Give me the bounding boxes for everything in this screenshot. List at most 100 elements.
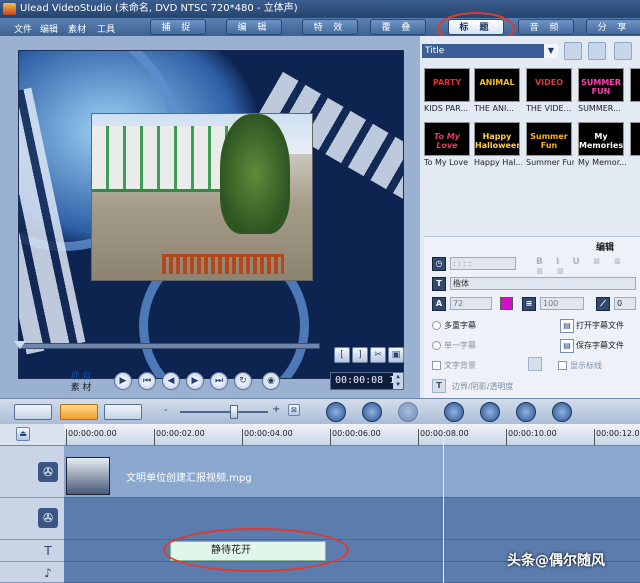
record-capture-icon[interactable] (444, 402, 464, 422)
zoom-in-icon[interactable]: + (272, 404, 280, 415)
ruler-tick: 00:00:04.00 (242, 429, 293, 445)
mix-audio-icon[interactable] (480, 402, 500, 422)
open-subtitle-button[interactable]: 打开字幕文件 (576, 320, 624, 331)
title-thumbnail[interactable]: Happy Halloween (474, 122, 520, 156)
voice-track-header[interactable]: ♪ (0, 562, 64, 583)
step-edit[interactable]: 编 辑 (226, 19, 282, 35)
menu-clip[interactable]: 素材 (68, 22, 86, 35)
font-select[interactable]: 楷体 (450, 277, 636, 290)
video-track-header[interactable]: ✇ (0, 446, 64, 498)
zoom-slider-knob[interactable] (230, 405, 238, 419)
zoom-out-icon[interactable]: - (164, 405, 168, 416)
font-size-select[interactable]: 72 (450, 297, 492, 310)
multi-title-radio[interactable] (432, 321, 441, 330)
project-mode[interactable]: 项 目 (66, 372, 96, 383)
track-manager-icon[interactable] (516, 402, 536, 422)
save-subtitle-icon: ▤ (560, 339, 574, 353)
font-size-icon: A (432, 297, 446, 311)
repeat-icon[interactable]: ↻ (234, 372, 252, 390)
next-frame-icon[interactable]: ▶ (186, 372, 204, 390)
eject-icon[interactable]: ⏏ (16, 427, 30, 441)
border-shadow-button[interactable]: 边界/阴影/透明度 (452, 381, 513, 392)
audio-view-button[interactable] (104, 404, 142, 420)
preview-scrubber[interactable] (18, 343, 320, 349)
step-title[interactable]: 标 题 (448, 19, 504, 35)
library-category-select[interactable]: Title ▼ (422, 44, 558, 58)
previous-frame-icon[interactable]: ◀ (162, 372, 180, 390)
mark-in-button[interactable]: [ (334, 347, 350, 363)
safe-area-checkbox[interactable] (558, 361, 567, 370)
title-thumbnail-partial[interactable] (630, 68, 640, 102)
insert-media-icon[interactable] (326, 402, 346, 422)
window-title: Ulead VideoStudio (未命名, DVD NTSC 720*480… (20, 3, 298, 14)
timecode-display[interactable]: 00:00:08 18 ▲ ▼ (330, 372, 404, 390)
title-thumbnail[interactable]: Summer Fun (526, 122, 572, 156)
rotation-field[interactable]: 0 (614, 297, 636, 310)
library-view-icon[interactable] (614, 42, 632, 60)
home-icon[interactable]: ⏮ (138, 372, 156, 390)
menu-file[interactable]: 文件 (14, 22, 32, 35)
import-icon[interactable] (588, 42, 606, 60)
enlarge-preview-button[interactable]: ▣ (388, 347, 404, 363)
border-shadow-icon[interactable]: T (432, 379, 446, 393)
menu-tools[interactable]: 工具 (97, 22, 115, 35)
end-icon[interactable]: ⏭ (210, 372, 228, 390)
time-ruler[interactable]: 00:00:00.00 00:00:02.00 00:00:04.00 00:0… (64, 424, 640, 446)
title-thumbnail[interactable]: My Memories (578, 122, 624, 156)
video-clip-name[interactable]: 文明单位创建汇报视频.mpg (126, 469, 252, 484)
line-spacing-select[interactable]: 100 (540, 297, 584, 310)
overlay-track[interactable] (64, 498, 640, 540)
line-spacing-icon: ≡ (522, 297, 536, 311)
split-clip-button[interactable]: ✂ (370, 347, 386, 363)
menu-bar: 文件 编辑 素材 工具 捕 捉 编 辑 特 效 覆 叠 标 题 音 频 分 享 (0, 18, 640, 36)
fit-project-icon[interactable]: ⊠ (288, 404, 300, 416)
play-icon[interactable]: ▶ (114, 372, 132, 390)
title-thumbnail[interactable]: To My Love (424, 122, 470, 156)
undo-icon[interactable] (362, 402, 382, 422)
title-clip[interactable]: 静待花开 (170, 541, 326, 561)
zoom-slider[interactable] (180, 411, 268, 413)
save-subtitle-button[interactable]: 保存字幕文件 (576, 340, 624, 351)
chapter-point-icon[interactable] (552, 402, 572, 422)
chevron-down-icon[interactable]: ▼ (544, 44, 558, 58)
folder-icon[interactable] (564, 42, 582, 60)
step-effect[interactable]: 特 效 (302, 19, 358, 35)
redo-icon[interactable] (398, 402, 418, 422)
playhead-marker[interactable] (14, 341, 26, 349)
text-color-swatch[interactable] (500, 297, 513, 310)
ruler-tick: 00:00:06.00 (330, 429, 381, 445)
title-thumbnail[interactable]: SUMMER FUN (578, 68, 624, 102)
single-title-radio[interactable] (432, 341, 441, 350)
timeline-cursor[interactable] (443, 424, 444, 583)
project-clip-toggle[interactable]: 项 目 素 材 (66, 372, 96, 394)
text-color-fill (501, 298, 512, 309)
title-thumbnail-label: Summer Fun (526, 158, 574, 167)
title-thumbnail[interactable]: PARTY (424, 68, 470, 102)
text-background-checkbox[interactable] (432, 361, 441, 370)
mark-out-button[interactable]: ] (352, 347, 368, 363)
title-track-header[interactable]: T (0, 540, 64, 562)
clip-mode[interactable]: 素 材 (66, 383, 96, 394)
overlay-track-header[interactable]: ✇ (0, 498, 64, 540)
volume-icon[interactable]: ◉ (262, 372, 280, 390)
background-settings-icon[interactable] (528, 357, 542, 371)
step-overlay[interactable]: 覆 叠 (370, 19, 426, 35)
storyboard-view-button[interactable] (14, 404, 52, 420)
single-title-label: 单一字幕 (444, 341, 476, 350)
menu-edit[interactable]: 编辑 (40, 22, 58, 35)
overlay-reel-icon: ✇ (38, 508, 58, 528)
step-share[interactable]: 分 享 (586, 19, 640, 35)
duration-field[interactable]: : : : : (450, 257, 516, 270)
step-capture[interactable]: 捕 捉 (150, 19, 206, 35)
title-thumbnail[interactable]: ANIMAL (474, 68, 520, 102)
step-audio[interactable]: 音 频 (518, 19, 574, 35)
text-style-buttons[interactable]: B I U ≡ ≡ ≡ ≡ (536, 257, 640, 277)
video-frame (91, 113, 313, 281)
title-thumbnail[interactable]: VIDEO (526, 68, 572, 102)
options-tab-edit[interactable]: 编辑 (596, 240, 614, 253)
title-thumbnail-label: To My Love (424, 158, 469, 167)
title-thumbnail-partial[interactable] (630, 122, 640, 156)
timeline-view-button[interactable] (60, 404, 98, 420)
video-clip-thumbnail[interactable] (66, 457, 110, 495)
timecode-spinner[interactable]: ▲ ▼ (393, 373, 403, 389)
